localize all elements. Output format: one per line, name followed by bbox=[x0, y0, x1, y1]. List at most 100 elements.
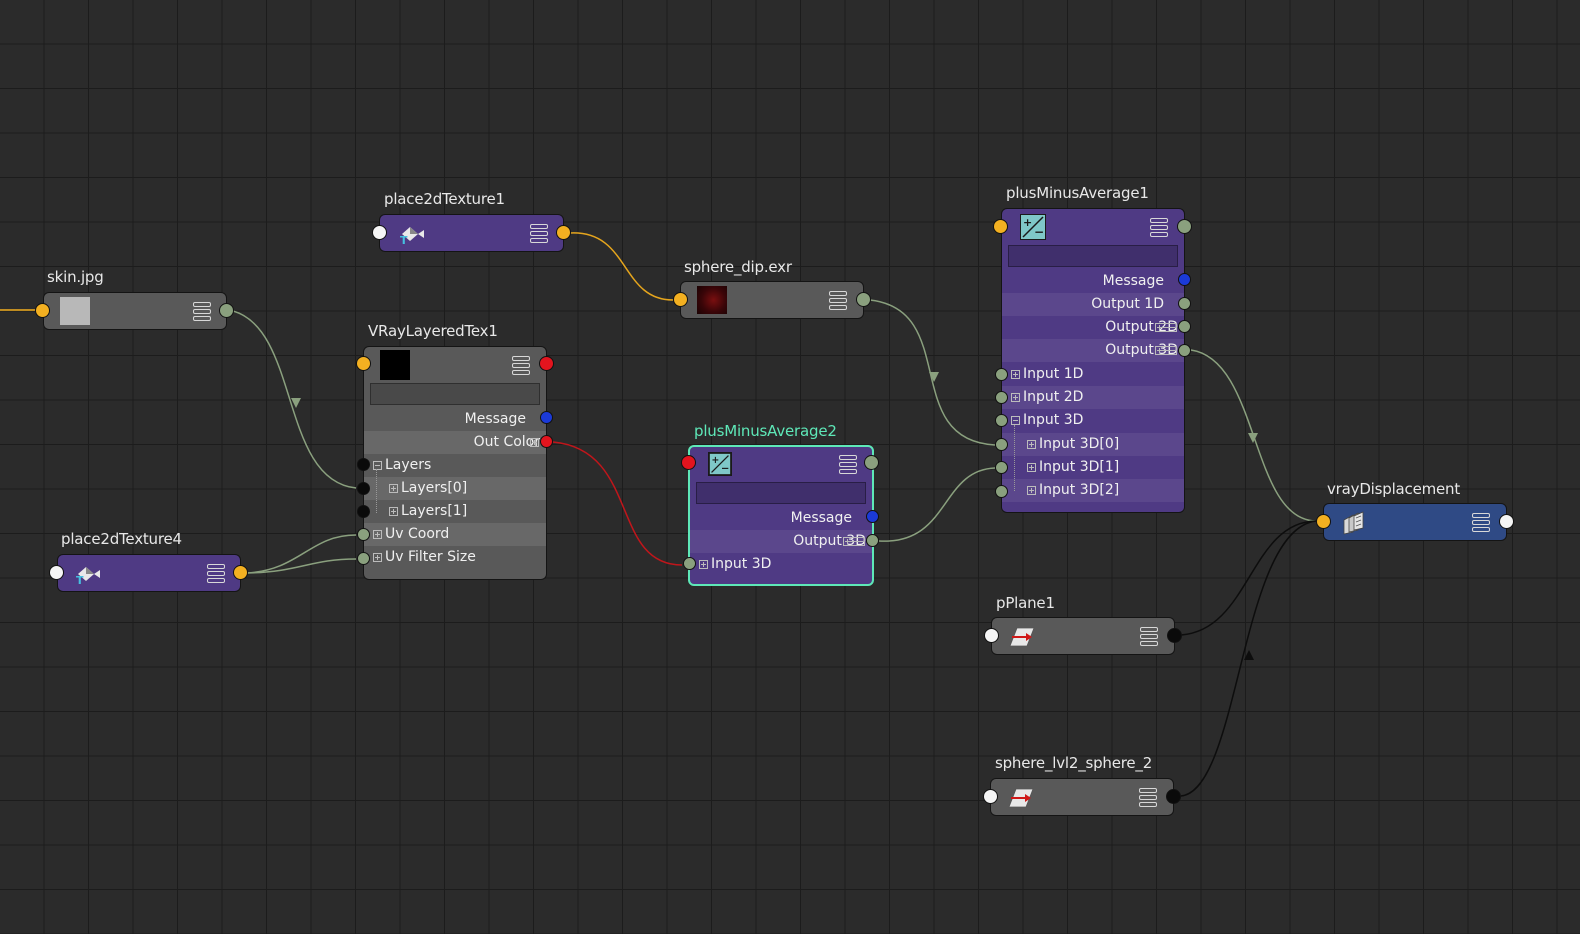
input-port[interactable] bbox=[681, 455, 696, 470]
node-plusminusaverage2[interactable]: + − Message Output 3D Input 3D bbox=[688, 445, 874, 586]
input-port[interactable] bbox=[673, 292, 688, 307]
uv-coord-port[interactable] bbox=[357, 528, 370, 541]
expand-icon[interactable] bbox=[389, 507, 398, 516]
output-port[interactable] bbox=[1499, 514, 1514, 529]
expand-icon[interactable] bbox=[699, 560, 708, 569]
input-3d-port[interactable] bbox=[683, 557, 696, 570]
attr-layers[interactable]: Layers bbox=[364, 454, 546, 477]
layers-1-port[interactable] bbox=[357, 505, 370, 518]
message-port[interactable] bbox=[540, 411, 553, 424]
node-name-field[interactable] bbox=[696, 482, 866, 504]
input-port[interactable] bbox=[993, 219, 1008, 234]
node-sphere-dip-exr[interactable] bbox=[680, 281, 864, 319]
attribute-list-icon[interactable] bbox=[193, 302, 211, 321]
attr-output-1d[interactable]: Output 1D bbox=[1002, 293, 1184, 316]
wire-pplane-to-displacement[interactable] bbox=[1180, 520, 1317, 636]
input-3d-2-port[interactable] bbox=[995, 485, 1008, 498]
expand-icon[interactable] bbox=[373, 553, 382, 562]
output-port[interactable] bbox=[539, 356, 554, 371]
layers-port[interactable] bbox=[357, 458, 370, 471]
wire-place2d4-to-uvcoord[interactable] bbox=[246, 534, 357, 574]
expand-icon[interactable] bbox=[1155, 323, 1177, 332]
expand-icon[interactable] bbox=[1027, 486, 1036, 495]
expand-icon[interactable] bbox=[1027, 463, 1036, 472]
uv-filter-size-port[interactable] bbox=[357, 552, 370, 565]
attr-input-1d[interactable]: Input 1D bbox=[1002, 363, 1184, 386]
output-3d-port[interactable] bbox=[1178, 344, 1191, 357]
output-port[interactable] bbox=[556, 225, 571, 240]
attr-input-2d[interactable]: Input 2D bbox=[1002, 386, 1184, 409]
expand-icon[interactable] bbox=[843, 537, 865, 546]
input-port[interactable] bbox=[983, 789, 998, 804]
input-port[interactable] bbox=[356, 356, 371, 371]
node-sphere-lvl2-sphere-2[interactable] bbox=[990, 778, 1174, 816]
message-port[interactable] bbox=[866, 510, 879, 523]
input-3d-port[interactable] bbox=[995, 414, 1008, 427]
node-place2dtexture1[interactable]: T bbox=[379, 214, 564, 252]
input-2d-port[interactable] bbox=[995, 391, 1008, 404]
input-port[interactable] bbox=[984, 628, 999, 643]
attribute-list-icon[interactable] bbox=[829, 291, 847, 310]
attribute-list-icon[interactable] bbox=[530, 224, 548, 243]
wire-pma2-to-input3d1[interactable] bbox=[878, 467, 996, 542]
node-place2dtexture4[interactable]: T bbox=[57, 554, 241, 592]
output-port[interactable] bbox=[1166, 789, 1181, 804]
attr-layers-0[interactable]: Layers[0] bbox=[364, 477, 546, 500]
node-name-field[interactable] bbox=[1008, 245, 1178, 267]
expand-icon[interactable] bbox=[1027, 440, 1036, 449]
output-port[interactable] bbox=[1177, 219, 1192, 234]
input-port[interactable] bbox=[1316, 514, 1331, 529]
expand-icon[interactable] bbox=[389, 484, 398, 493]
output-3d-port[interactable] bbox=[866, 534, 879, 547]
attr-input-3d[interactable]: Input 3D bbox=[1002, 409, 1184, 432]
attr-out-color[interactable]: Out Color bbox=[364, 431, 546, 454]
output-port[interactable] bbox=[856, 292, 871, 307]
attribute-list-icon[interactable] bbox=[1139, 788, 1157, 807]
layers-0-port[interactable] bbox=[357, 482, 370, 495]
out-color-port[interactable] bbox=[540, 435, 553, 448]
attribute-list-icon[interactable] bbox=[1472, 513, 1490, 532]
attribute-list-icon[interactable] bbox=[1140, 627, 1158, 646]
attribute-list-icon[interactable] bbox=[207, 564, 225, 583]
attr-uv-filter-size[interactable]: Uv Filter Size bbox=[364, 546, 546, 569]
attribute-list-icon[interactable] bbox=[512, 356, 530, 375]
attr-input-3d[interactable]: Input 3D bbox=[690, 553, 872, 576]
attr-output-3d[interactable]: Output 3D bbox=[690, 530, 872, 553]
attribute-list-icon[interactable] bbox=[1150, 218, 1168, 237]
attr-output-2d[interactable]: Output 2D bbox=[1002, 316, 1184, 339]
attr-message[interactable]: Message bbox=[690, 507, 872, 530]
node-vraydisplacement[interactable] bbox=[1323, 503, 1507, 541]
output-1d-port[interactable] bbox=[1178, 297, 1191, 310]
expand-icon[interactable] bbox=[1011, 370, 1020, 379]
wire-place2d1-to-sphere-dip[interactable] bbox=[569, 232, 674, 301]
collapse-icon[interactable] bbox=[1011, 416, 1020, 425]
attr-uv-coord[interactable]: Uv Coord bbox=[364, 523, 546, 546]
attr-output-3d[interactable]: Output 3D bbox=[1002, 339, 1184, 362]
wire-layered-to-input3d[interactable] bbox=[552, 441, 683, 566]
input-3d-0-port[interactable] bbox=[995, 438, 1008, 451]
output-2d-port[interactable] bbox=[1178, 320, 1191, 333]
attr-input-3d-1[interactable]: Input 3D[1] bbox=[1002, 456, 1184, 479]
output-port[interactable] bbox=[233, 565, 248, 580]
attr-input-3d-2[interactable]: Input 3D[2] bbox=[1002, 479, 1184, 502]
output-port[interactable] bbox=[219, 303, 234, 318]
input-port[interactable] bbox=[372, 225, 387, 240]
attr-message[interactable]: Message bbox=[1002, 270, 1184, 293]
output-port[interactable] bbox=[864, 455, 879, 470]
node-vraylayeredtex1[interactable]: Message Out Color Layers Layers[0] Layer… bbox=[363, 346, 547, 580]
expand-icon[interactable] bbox=[373, 530, 382, 539]
attr-message[interactable]: Message bbox=[364, 408, 546, 431]
message-port[interactable] bbox=[1178, 273, 1191, 286]
node-skin-jpg[interactable] bbox=[43, 292, 227, 330]
attribute-list-icon[interactable] bbox=[839, 455, 857, 474]
input-port[interactable] bbox=[35, 303, 50, 318]
input-port[interactable] bbox=[49, 565, 64, 580]
expand-icon[interactable] bbox=[1011, 393, 1020, 402]
node-plusminusaverage1[interactable]: + − Message Output 1D Output 2D Output 3… bbox=[1001, 208, 1185, 513]
input-3d-1-port[interactable] bbox=[995, 461, 1008, 474]
node-name-field[interactable] bbox=[370, 383, 540, 405]
output-port[interactable] bbox=[1167, 628, 1182, 643]
input-1d-port[interactable] bbox=[995, 368, 1008, 381]
attr-layers-1[interactable]: Layers[1] bbox=[364, 500, 546, 523]
expand-icon[interactable] bbox=[530, 438, 539, 447]
